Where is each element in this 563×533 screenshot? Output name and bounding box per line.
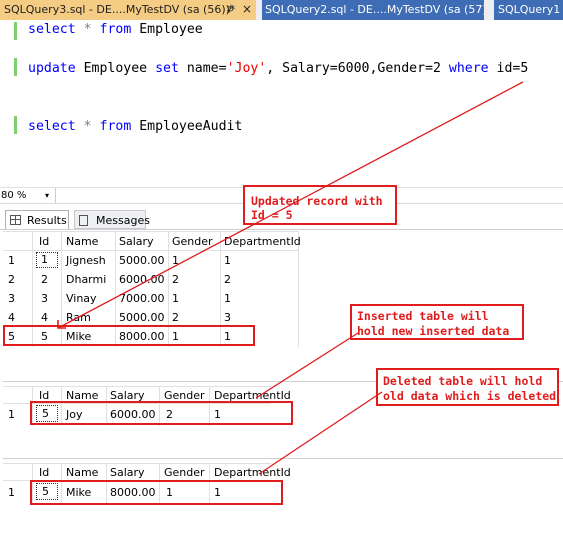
arrow-line [255, 332, 359, 399]
arrow-line [57, 81, 524, 329]
annotation-arrows [57, 81, 524, 475]
arrow-line [258, 391, 383, 475]
